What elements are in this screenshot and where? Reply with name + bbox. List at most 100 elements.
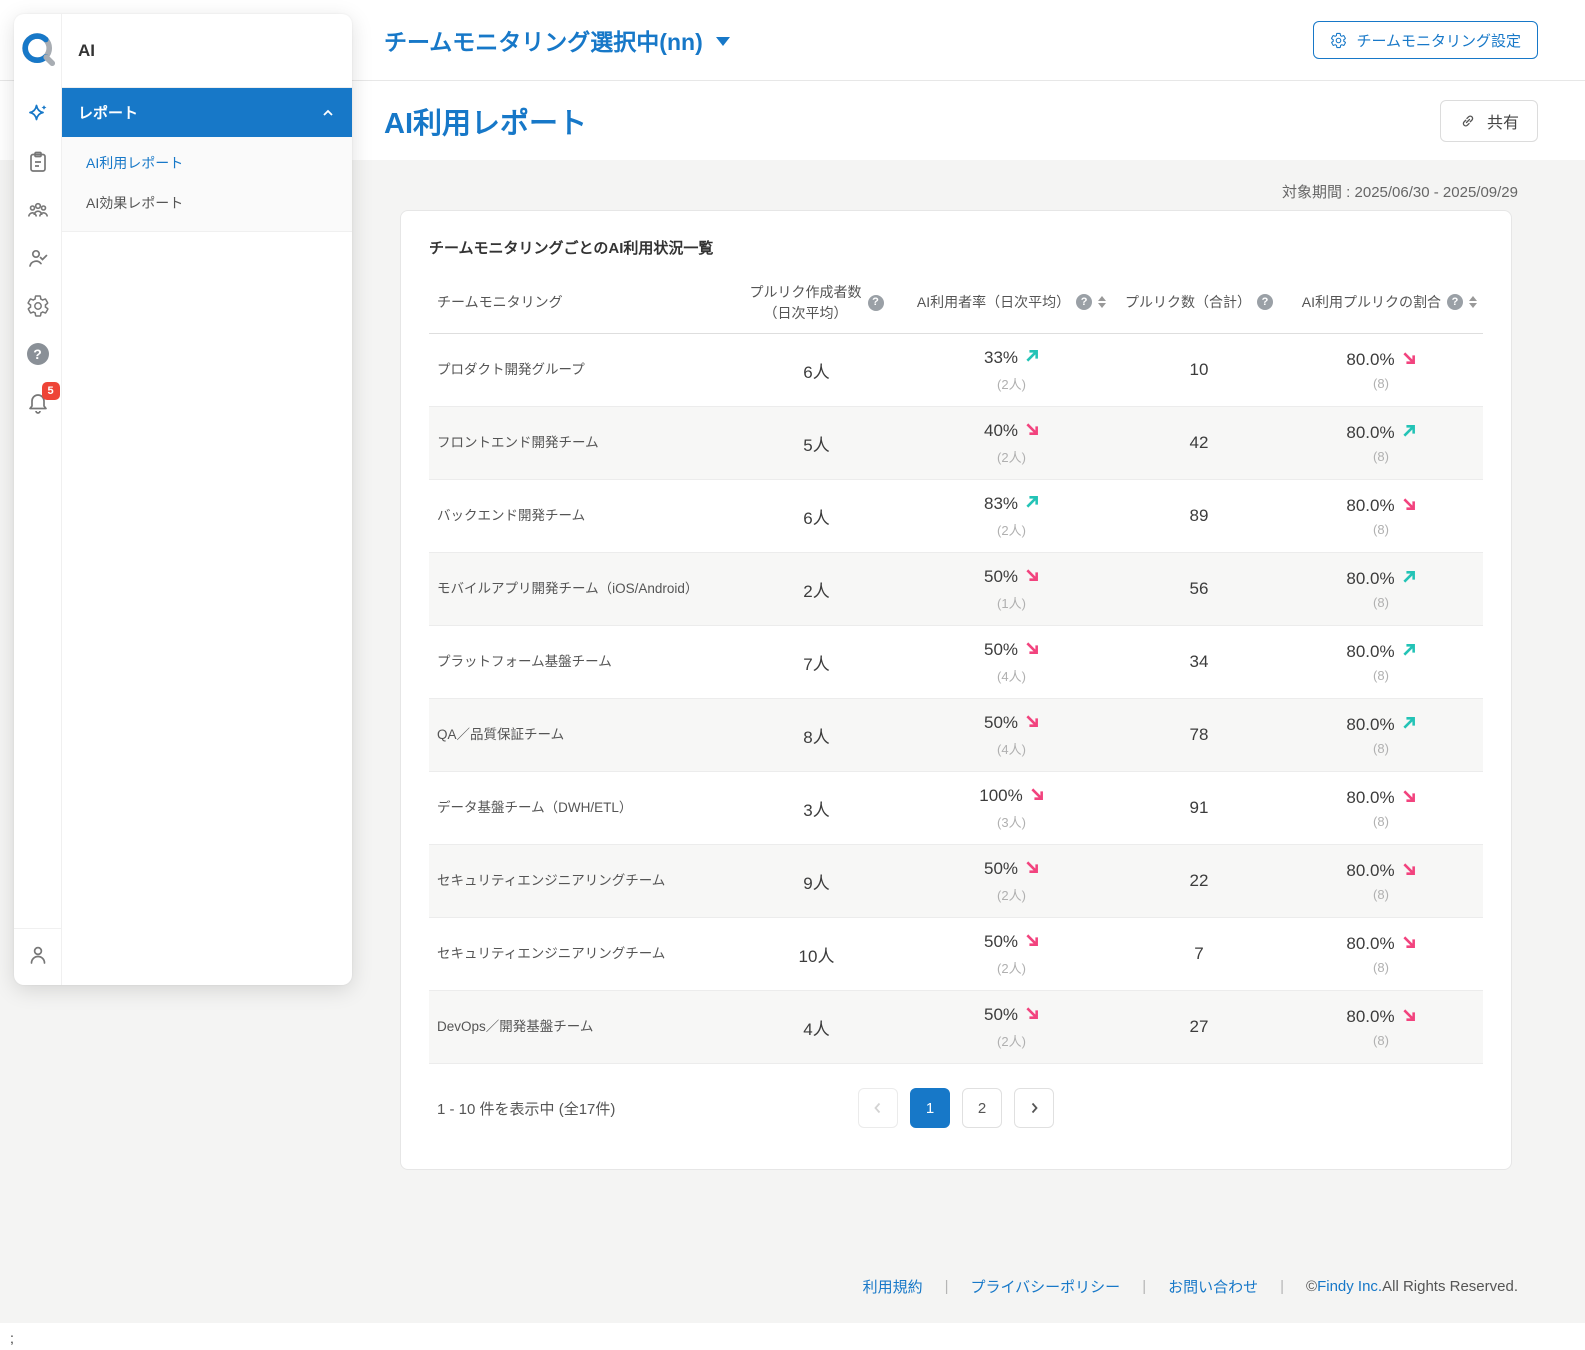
help-icon[interactable]: ? bbox=[1447, 294, 1463, 310]
table-row: セキュリティエンジニアリングチーム 10人 50% (2人) 7 80.0% (… bbox=[429, 918, 1483, 991]
rate-sub-value: (3人) bbox=[904, 812, 1119, 831]
pr-authors-value: 5人 bbox=[729, 431, 904, 456]
ratio-value: 80.0% bbox=[1346, 350, 1394, 370]
team-name: QA／品質保証チーム bbox=[429, 726, 729, 745]
trend-down-icon bbox=[1025, 568, 1039, 582]
ratio-trend bbox=[1402, 423, 1416, 443]
member-check-icon[interactable] bbox=[26, 246, 50, 270]
rate-trend bbox=[1025, 567, 1039, 587]
copyright-symbol: © bbox=[1306, 1278, 1317, 1295]
column-pr-total: プルリク数（合計） ? bbox=[1119, 292, 1279, 312]
ai-usage-rate-cell: 40% (2人) bbox=[904, 421, 1119, 466]
rate-sub-value: (2人) bbox=[904, 520, 1119, 539]
teams-group-icon[interactable] bbox=[26, 198, 50, 222]
ratio-trend bbox=[1402, 1007, 1416, 1027]
sort-icon[interactable] bbox=[1469, 296, 1477, 308]
trend-up-icon bbox=[1025, 495, 1039, 509]
help-icon[interactable]: ? bbox=[1257, 294, 1273, 310]
pr-total-value: 7 bbox=[1119, 944, 1279, 964]
team-monitoring-settings-button[interactable]: チームモニタリング設定 bbox=[1313, 21, 1538, 59]
ratio-sub-value: (8) bbox=[1279, 376, 1483, 391]
rate-trend bbox=[1025, 348, 1039, 368]
pr-total-value: 89 bbox=[1119, 506, 1279, 526]
trend-down-icon bbox=[1402, 862, 1416, 876]
ratio-value: 80.0% bbox=[1346, 496, 1394, 516]
notifications-bell-icon[interactable]: 5 bbox=[26, 390, 50, 414]
team-monitoring-selector[interactable]: チームモニタリング選択中(nn) bbox=[384, 23, 730, 57]
trend-up-icon bbox=[1402, 716, 1416, 730]
gear-icon bbox=[1330, 32, 1347, 49]
rate-value: 50% bbox=[984, 713, 1018, 733]
ai-usage-rate-cell: 50% (2人) bbox=[904, 859, 1119, 904]
rate-trend bbox=[1025, 932, 1039, 952]
rate-value: 100% bbox=[979, 786, 1022, 806]
sidebar-item-ai-effect-report[interactable]: AI効果レポート bbox=[62, 183, 352, 223]
rate-value: 50% bbox=[984, 859, 1018, 879]
trend-down-icon bbox=[1402, 497, 1416, 511]
ratio-trend bbox=[1402, 715, 1416, 735]
trend-down-icon bbox=[1025, 860, 1039, 874]
footer-link[interactable]: お問い合わせ bbox=[1168, 1276, 1258, 1297]
findy-logo[interactable] bbox=[19, 30, 57, 68]
footer-separator: | bbox=[1280, 1278, 1284, 1295]
table-row: DevOps／開発基盤チーム 4人 50% (2人) 27 80.0% (8) bbox=[429, 991, 1483, 1064]
rate-sub-value: (2人) bbox=[904, 958, 1119, 977]
trend-down-icon bbox=[1402, 351, 1416, 365]
team-name: モバイルアプリ開発チーム（iOS/Android） bbox=[429, 580, 729, 599]
pr-total-value: 91 bbox=[1119, 798, 1279, 818]
ratio-trend bbox=[1402, 788, 1416, 808]
trend-down-icon bbox=[1025, 1006, 1039, 1020]
rate-value: 50% bbox=[984, 640, 1018, 660]
chevron-up-icon bbox=[320, 105, 336, 121]
prev-page-button[interactable] bbox=[858, 1088, 898, 1128]
menu-header-reports[interactable]: レポート bbox=[62, 88, 352, 137]
pr-total-value: 78 bbox=[1119, 725, 1279, 745]
table-row: プラットフォーム基盤チーム 7人 50% (4人) 34 80.0% (8) bbox=[429, 626, 1483, 699]
ratio-value: 80.0% bbox=[1346, 642, 1394, 662]
ratio-trend bbox=[1402, 496, 1416, 516]
footer-link[interactable]: 利用規約 bbox=[863, 1276, 923, 1297]
ai-pr-ratio-cell: 80.0% (8) bbox=[1279, 715, 1483, 756]
page-button-2[interactable]: 2 bbox=[962, 1088, 1002, 1128]
team-name: プロダクト開発グループ bbox=[429, 361, 729, 380]
table-row: データ基盤チーム（DWH/ETL） 3人 100% (3人) 91 80.0% … bbox=[429, 772, 1483, 845]
help-icon[interactable]: ? bbox=[1076, 294, 1092, 310]
help-icon[interactable]: ? bbox=[26, 342, 50, 366]
chevron-right-icon bbox=[1026, 1100, 1042, 1116]
table-row: モバイルアプリ開発チーム（iOS/Android） 2人 50% (1人) 56… bbox=[429, 553, 1483, 626]
pr-authors-value: 4人 bbox=[729, 1015, 904, 1040]
ratio-sub-value: (8) bbox=[1279, 814, 1483, 829]
settings-gear-icon[interactable] bbox=[26, 294, 50, 318]
ai-usage-table-card: チームモニタリングごとのAI利用状況一覧 チームモニタリング プルリク作成者数 … bbox=[400, 210, 1512, 1170]
trend-down-icon bbox=[1025, 422, 1039, 436]
next-page-button[interactable] bbox=[1014, 1088, 1054, 1128]
clipboard-icon[interactable] bbox=[26, 150, 50, 174]
copyright-company-link[interactable]: Findy Inc. bbox=[1317, 1278, 1382, 1295]
product-label: AI bbox=[62, 14, 352, 88]
menu-header-label: レポート bbox=[78, 102, 138, 123]
table-row: QA／品質保証チーム 8人 50% (4人) 78 80.0% (8) bbox=[429, 699, 1483, 772]
ratio-sub-value: (8) bbox=[1279, 595, 1483, 610]
ai-sparkle-icon[interactable] bbox=[26, 102, 50, 126]
rate-trend bbox=[1025, 494, 1039, 514]
footer-separator: | bbox=[945, 1278, 949, 1295]
team-name: DevOps／開発基盤チーム bbox=[429, 1018, 729, 1037]
stray-character: ; bbox=[10, 1330, 14, 1346]
sidebar-item-ai-usage-report[interactable]: AI利用レポート bbox=[62, 143, 352, 183]
rate-value: 50% bbox=[984, 932, 1018, 952]
table-row: セキュリティエンジニアリングチーム 9人 50% (2人) 22 80.0% (… bbox=[429, 845, 1483, 918]
pr-total-value: 34 bbox=[1119, 652, 1279, 672]
page-button-1[interactable]: 1 bbox=[910, 1088, 950, 1128]
ratio-sub-value: (8) bbox=[1279, 741, 1483, 756]
pagination: 1 - 10 件を表示中 (全17件) 12 bbox=[429, 1064, 1483, 1152]
ratio-sub-value: (8) bbox=[1279, 1033, 1483, 1048]
sort-icon[interactable] bbox=[1098, 296, 1106, 308]
trend-up-icon bbox=[1402, 643, 1416, 657]
ai-usage-rate-cell: 50% (2人) bbox=[904, 932, 1119, 977]
account-person-icon[interactable] bbox=[26, 943, 50, 967]
sidebar-rail: ? 5 bbox=[14, 14, 62, 985]
ratio-sub-value: (8) bbox=[1279, 960, 1483, 975]
help-icon[interactable]: ? bbox=[868, 295, 884, 311]
share-button[interactable]: 共有 bbox=[1440, 100, 1538, 142]
footer-link[interactable]: プライバシーポリシー bbox=[970, 1276, 1120, 1297]
